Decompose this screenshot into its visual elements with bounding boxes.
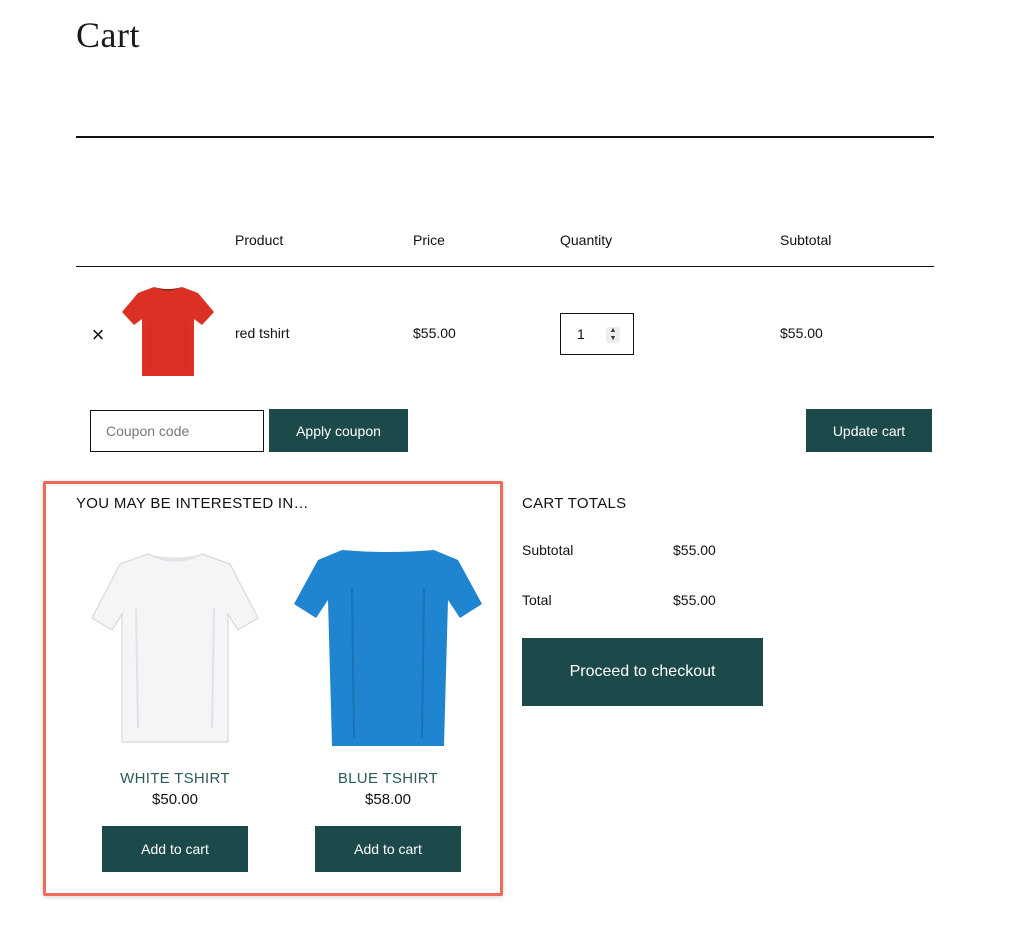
add-to-cart-button-blue-tshirt[interactable]: Add to cart [315, 826, 461, 872]
white-tshirt-image[interactable] [76, 548, 274, 748]
page-title: Cart [76, 15, 140, 55]
column-header-subtotal: Subtotal [780, 232, 832, 248]
update-cart-button[interactable]: Update cart [806, 409, 932, 452]
title-divider [76, 136, 934, 138]
product-subtotal: $55.00 [780, 325, 823, 341]
proceed-to-checkout-button[interactable]: Proceed to checkout [522, 638, 763, 706]
white-tshirt-price: $50.00 [152, 791, 198, 808]
totals-subtotal-value: $55.00 [673, 542, 716, 558]
totals-subtotal-label: Subtotal [522, 542, 574, 558]
apply-coupon-button[interactable]: Apply coupon [269, 409, 408, 452]
column-header-product: Product [235, 232, 284, 248]
blue-tshirt-image[interactable] [292, 548, 484, 748]
product-price: $55.00 [413, 325, 456, 341]
column-header-quantity: Quantity [560, 232, 613, 248]
quantity-value[interactable]: 1 [577, 326, 585, 342]
totals-total-value: $55.00 [673, 592, 716, 608]
remove-item-icon[interactable]: × [88, 322, 108, 348]
spinner-arrows-icon[interactable]: ▲ ▼ [606, 327, 620, 343]
blue-tshirt-link[interactable]: BLUE TSHIRT [288, 770, 488, 787]
add-to-cart-button-white-tshirt[interactable]: Add to cart [102, 826, 248, 872]
totals-total-label: Total [522, 592, 552, 608]
cross-sells-title: YOU MAY BE INTERESTED IN… [76, 495, 309, 512]
table-header-divider [76, 266, 934, 267]
product-name[interactable]: red tshirt [235, 325, 289, 341]
red-tshirt-image[interactable] [120, 282, 216, 380]
cart-totals-title: CART TOTALS [522, 495, 627, 512]
quantity-stepper[interactable]: 1 ▲ ▼ [560, 313, 634, 355]
blue-tshirt-price: $58.00 [365, 791, 411, 808]
column-header-price: Price [413, 232, 445, 248]
coupon-code-input[interactable] [90, 410, 264, 452]
white-tshirt-link[interactable]: WHITE TSHIRT [75, 770, 275, 787]
